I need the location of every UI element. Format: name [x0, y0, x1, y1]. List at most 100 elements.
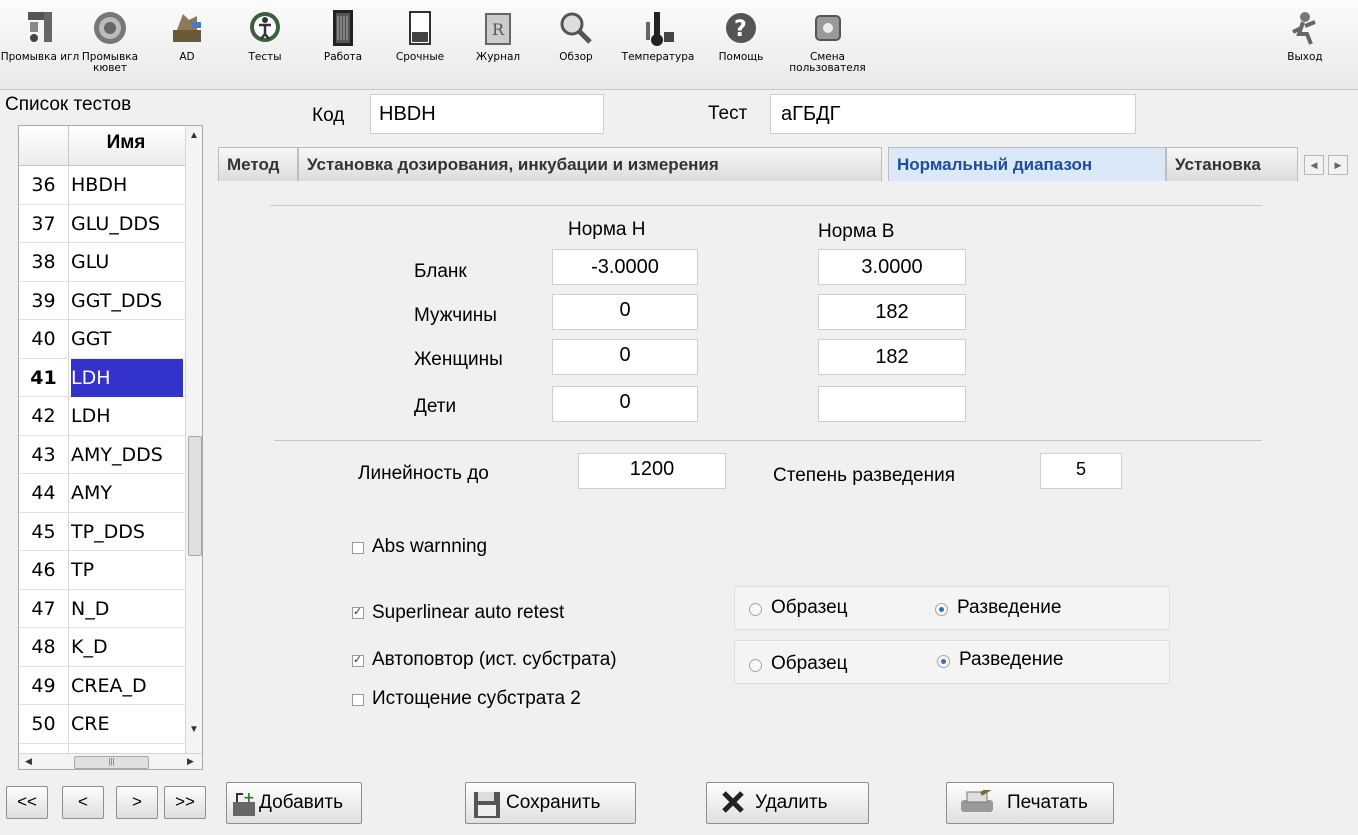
superlinear-sample-radio[interactable] [749, 603, 762, 616]
row-number: 48 [19, 628, 69, 666]
list-item[interactable]: 38 GLU [19, 243, 185, 282]
men-high-field[interactable]: 182 [818, 294, 966, 330]
superlinear-dilution-label: Разведение [957, 597, 1062, 618]
row-name: TP_DDS [71, 520, 145, 543]
autorepeat-dilution-radio[interactable] [937, 655, 950, 668]
toolbar-label: Срочные [395, 51, 445, 63]
women-low-field[interactable]: 0 [552, 339, 698, 375]
substrate-depletion-2-checkbox[interactable] [352, 694, 364, 706]
row-name: CRE [71, 713, 110, 735]
test-list-rows: 36 HBDH 37 GLU_DDS 38 GLU 39 GGT_DDS 40 GGT 4… [19, 166, 185, 769]
women-high-field[interactable]: 182 [818, 339, 966, 375]
blank-high-field[interactable]: 3.0000 [818, 249, 966, 285]
abs-warning-label: Abs warnning [372, 536, 488, 557]
row-name: AMY [71, 482, 112, 504]
list-item[interactable]: 37 GLU_DDS [19, 204, 185, 243]
substrate-depletion-2-label: Истощение субстрата 2 [372, 688, 581, 709]
normal-range-panel: Норма Н Норма В Бланк -3.0000 3.0000 Муж… [218, 181, 1358, 768]
tab-dispense-setup[interactable]: Установка дозирования, инкубации и измер… [298, 147, 882, 181]
list-item[interactable]: 42 LDH [19, 397, 185, 436]
scroll-left-icon[interactable]: ◀ [25, 756, 32, 767]
save-button[interactable]: Сохранить [465, 782, 636, 824]
test-name-field[interactable]: аГБДГ [770, 94, 1136, 134]
list-item[interactable]: 39 GGT_DDS [19, 281, 185, 320]
previous-record-button[interactable]: < [62, 786, 104, 819]
autorepeat-label: Автоповтор (ист. субстрата) [372, 649, 617, 670]
save-button-label: Сохранить [506, 792, 601, 813]
toolbar-change-user-button[interactable]: Смена пользователя [780, 8, 875, 88]
test-list-title: Список тестов [5, 94, 132, 115]
linearity-field[interactable]: 1200 [578, 453, 726, 489]
toolbar-urgent-button[interactable]: Срочные [380, 8, 460, 88]
list-item[interactable]: 47 N_D [19, 589, 185, 628]
toolbar-needle-wash-button[interactable]: Промывка игл [0, 8, 80, 88]
help-icon: ? [726, 13, 756, 43]
code-field[interactable]: HBDH [370, 94, 604, 134]
children-high-field[interactable] [818, 386, 966, 422]
row-number: 45 [19, 512, 69, 551]
horizontal-scrollbar[interactable]: ◀ ||| ▶ [19, 753, 202, 769]
svg-text:?: ? [734, 17, 747, 42]
list-item[interactable]: 45 TP_DDS [19, 512, 185, 551]
toolbar-temperature-button[interactable]: Температура [618, 8, 698, 88]
superlinear-dilution-radio[interactable] [935, 603, 948, 616]
tab-scroll-right-icon[interactable]: ▶ [1328, 155, 1348, 175]
scroll-thumb[interactable] [188, 436, 202, 556]
row-number: 40 [19, 320, 69, 358]
norm-high-header: Норма В [818, 221, 895, 242]
list-item[interactable]: 36 HBDH [19, 166, 185, 205]
list-item[interactable]: 40 GGT [19, 320, 185, 359]
add-button[interactable]: + Добавить [226, 782, 362, 824]
toolbar-ad-button[interactable]: AD [147, 8, 227, 88]
dilution-ratio-field[interactable]: 5 [1040, 453, 1122, 489]
cuvette-wash-icon [94, 12, 126, 44]
toolbar-help-button[interactable]: ? Помощь [701, 8, 781, 88]
urgent-icon [409, 11, 431, 45]
list-item-selected[interactable]: 41 LDH [19, 358, 185, 397]
toolbar-work-button[interactable]: Работа [303, 8, 383, 88]
svg-text:+: + [243, 790, 255, 806]
men-low-field[interactable]: 0 [552, 294, 698, 330]
toolbar-tests-button[interactable]: Тесты [225, 8, 305, 88]
number-column-header[interactable] [19, 126, 69, 166]
last-record-button[interactable]: >> [164, 786, 206, 819]
tab-setup-more[interactable]: Установка [1166, 147, 1298, 181]
superlinear-checkbox[interactable] [352, 605, 364, 619]
toolbar-exit-button[interactable]: Выход [1265, 8, 1345, 88]
scroll-right-icon[interactable]: ▶ [187, 756, 194, 767]
tab-scroll-left-icon[interactable]: ◀ [1304, 155, 1324, 175]
abs-warning-checkbox[interactable] [352, 542, 364, 554]
review-icon [560, 12, 592, 44]
tab-normal-range[interactable]: Нормальный диапазон [888, 147, 1166, 181]
delete-button[interactable]: Удалить [706, 782, 869, 824]
tab-method[interactable]: Метод [218, 147, 298, 181]
scroll-down-icon[interactable]: ▼ [189, 724, 199, 735]
list-item[interactable]: 46 TP [19, 551, 185, 590]
toolbar-cuvette-wash-button[interactable]: Промывка кювет [70, 8, 150, 88]
children-low-field[interactable]: 0 [552, 386, 698, 422]
toolbar-label: Температура [621, 51, 695, 63]
toolbar-review-button[interactable]: Обзор [536, 8, 616, 88]
vertical-scrollbar[interactable]: ▲ ▼ [185, 126, 202, 753]
print-button[interactable]: Печатать [946, 782, 1114, 824]
scroll-thumb-horizontal[interactable]: ||| [74, 756, 149, 769]
women-label: Женщины [414, 349, 503, 370]
autorepeat-checkbox[interactable] [352, 653, 364, 667]
autorepeat-sample-radio[interactable] [749, 659, 762, 672]
list-item[interactable]: 49 CREA_D [19, 666, 185, 705]
toolbar-journal-button[interactable]: R Журнал [458, 8, 538, 88]
row-number: 46 [19, 551, 69, 589]
name-column-header[interactable]: Имя [71, 132, 181, 154]
list-item[interactable]: 48 K_D [19, 628, 185, 667]
list-item[interactable]: 44 AMY [19, 474, 185, 513]
list-item[interactable]: 43 AMY_DDS [19, 435, 185, 474]
row-number: 50 [19, 705, 69, 743]
autorepeat-radio-group: Образец Разведение [734, 640, 1170, 684]
first-record-button[interactable]: << [6, 786, 48, 819]
toolbar-label: AD [179, 51, 195, 63]
scroll-up-icon[interactable]: ▲ [189, 130, 199, 141]
list-item[interactable]: 50 CRE [19, 705, 185, 744]
next-record-button[interactable]: > [116, 786, 158, 819]
superlinear-label: Superlinear auto retest [372, 602, 565, 623]
blank-low-field[interactable]: -3.0000 [552, 249, 698, 285]
